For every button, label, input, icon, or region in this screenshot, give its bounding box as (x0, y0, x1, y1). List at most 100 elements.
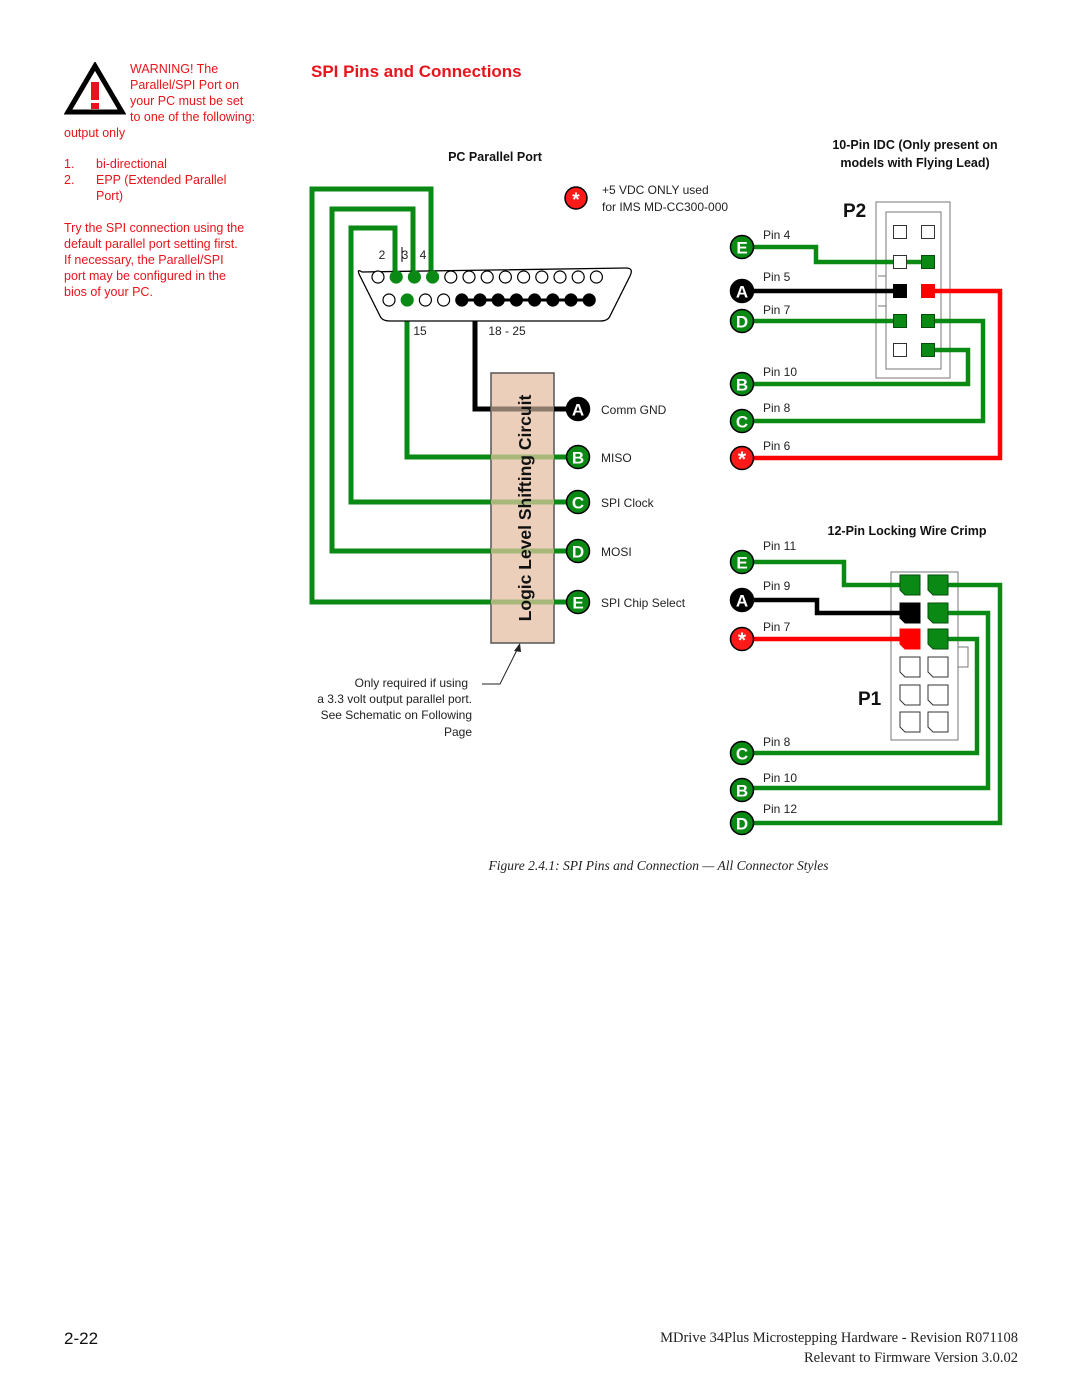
spi-wiring-diagram: PC Parallel Port 10-Pin IDC (Only presen… (309, 138, 1003, 836)
p1-pin-r6c1 (899, 711, 921, 733)
p2-pin-label-0: Pin 4 (763, 228, 791, 242)
p1-pin-label-3: Pin 8 (763, 735, 791, 749)
p2-pin-label-2: Pin 7 (763, 303, 791, 317)
power-note-line1: +5 VDC ONLY used (602, 183, 709, 197)
p1-badge-c-letter: C (736, 745, 748, 764)
power-note-line2: for IMS MD-CC300-000 (602, 200, 728, 214)
db25-pin-10 (535, 270, 549, 284)
p2-badge-c: C (729, 408, 755, 434)
pin-label-4: 4 (420, 248, 427, 262)
p1-pin-label-0: Pin 11 (763, 539, 796, 553)
p2-badge-power-letter: * (738, 448, 747, 471)
p2-pin-r4c2 (921, 314, 935, 328)
p1-pin-r1c2 (927, 574, 949, 596)
p1-badge-e: E (729, 549, 755, 575)
p1-badge-b: B (729, 777, 755, 803)
p1-pin-r5c1 (899, 684, 921, 706)
power-star-badge: * (564, 186, 588, 211)
p2-pin-r5c2 (921, 343, 935, 357)
footer-line1: MDrive 34Plus Microstepping Hardware - R… (660, 1330, 1018, 1346)
pc-port-label: PC Parallel Port (448, 150, 543, 164)
db25-pin-3 (407, 270, 421, 284)
signal-name-b: MISO (601, 451, 632, 465)
db25-pin-15 (400, 293, 414, 307)
p1-badge-power: * (729, 626, 755, 652)
p2-pin-r1c2 (921, 225, 935, 239)
db25-pin-9 (516, 270, 531, 284)
p2-pin-r1c1 (893, 225, 907, 239)
footer-text: MDrive 34Plus Microstepping Hardware - R… (660, 1328, 1018, 1368)
p1-wire-pin9 (752, 597, 905, 616)
p1-heading: 12-Pin Locking Wire Crimp (828, 524, 987, 538)
footer-line2: Relevant to Firmware Version 3.0.02 (804, 1350, 1018, 1366)
p1-pin-r5c2 (927, 684, 949, 706)
circuit-note-arrowhead (514, 643, 521, 652)
p2-badge-power: * (729, 445, 755, 471)
signal-badge-c-letter: C (572, 494, 584, 513)
circuit-note-line3: See Schematic on Following (321, 708, 472, 722)
signal-badge-a-letter: A (572, 401, 584, 420)
p2-pin-label-3: Pin 10 (763, 365, 797, 379)
pin-label-3: 3 (402, 248, 409, 262)
p1-pin-r4c1 (899, 656, 921, 678)
p2-badge-b-letter: B (736, 376, 748, 395)
db25-pin-2 (389, 270, 403, 284)
signal-name-c: SPI Clock (601, 496, 655, 510)
db25-pin-17 (437, 293, 451, 307)
db25-pin-6 (462, 270, 476, 284)
signal-badge-d: D (565, 538, 591, 564)
p2-badge-d-letter: D (736, 313, 748, 332)
p1-pin-r6c2 (927, 711, 949, 733)
p1-pin-r2c2 (927, 602, 949, 624)
db25-pin-7 (480, 270, 494, 284)
p2-pin-r2c1 (893, 255, 907, 269)
p2-badge-a-letter: A (736, 283, 748, 302)
p1-badge-d: D (729, 810, 755, 836)
pin-label-18-25: 18 - 25 (488, 324, 526, 338)
p2-heading-line1: 10-Pin IDC (Only present on (832, 138, 997, 152)
p1-pin-r1c1 (899, 574, 921, 596)
circuit-note-line4: Page (444, 725, 472, 739)
p2-badge-c-letter: C (736, 413, 748, 432)
power-star-symbol: * (572, 190, 580, 211)
figure-caption: Figure 2.4.1: SPI Pins and Connection — … (488, 858, 829, 873)
signal-badge-a: A (565, 396, 591, 422)
db25-pin-14 (382, 293, 396, 307)
circuit-note-leader (482, 647, 519, 685)
p2-badge-e-letter: E (736, 239, 747, 258)
p1-pin-label-2: Pin 7 (763, 620, 791, 634)
p1-label: P1 (858, 689, 882, 710)
db25-pin-12 (571, 270, 585, 284)
p2-pin-label-1: Pin 5 (763, 270, 791, 284)
p2-badge-e: E (729, 234, 755, 260)
p1-pin-r3c2 (927, 628, 949, 650)
p2-badge-a: A (729, 278, 755, 304)
pin-label-2: 2 (379, 248, 386, 262)
p2-pin-r4c1 (893, 314, 907, 328)
circuit-label: Logic Level Shifting Circuit (515, 395, 535, 622)
db25-pin-16 (418, 293, 432, 307)
p1-pin-label-5: Pin 12 (763, 802, 797, 816)
page-number: 2-22 (64, 1329, 99, 1348)
signal-badges: A Comm GND B MISO C SPI Clock D MOSI E SPI Chip S… (554, 396, 686, 615)
p1-badge-d-letter: D (736, 815, 748, 834)
p2-badges: E Pin 4 A Pin 5 D Pin 7 B Pin 10 C Pin 8 * Pin 6 (729, 228, 797, 471)
p1-pin-r3c1 (899, 628, 921, 650)
p1-pin-label-4: Pin 10 (763, 771, 797, 785)
p1-pin-r4c2 (927, 656, 949, 678)
db25-pin-11 (553, 270, 567, 284)
p2-badge-b: B (729, 371, 755, 397)
p2-pin-label-5: Pin 6 (763, 439, 791, 453)
p2-badge-d: D (729, 308, 755, 334)
p2-heading-line2: models with Flying Lead) (840, 156, 989, 170)
p2-pin-r2c2 (921, 255, 935, 269)
pin-label-15: 15 (413, 324, 427, 338)
signal-badge-b-letter: B (572, 449, 584, 468)
p1-badge-c: C (729, 740, 755, 766)
db25-pin-4 (426, 270, 440, 284)
db25-pin-8 (498, 270, 512, 284)
signal-name-e: SPI Chip Select (601, 596, 686, 610)
db25-pin-13 (589, 270, 604, 284)
signal-badge-d-letter: D (572, 543, 584, 562)
p1-badge-power-letter: * (738, 629, 747, 652)
